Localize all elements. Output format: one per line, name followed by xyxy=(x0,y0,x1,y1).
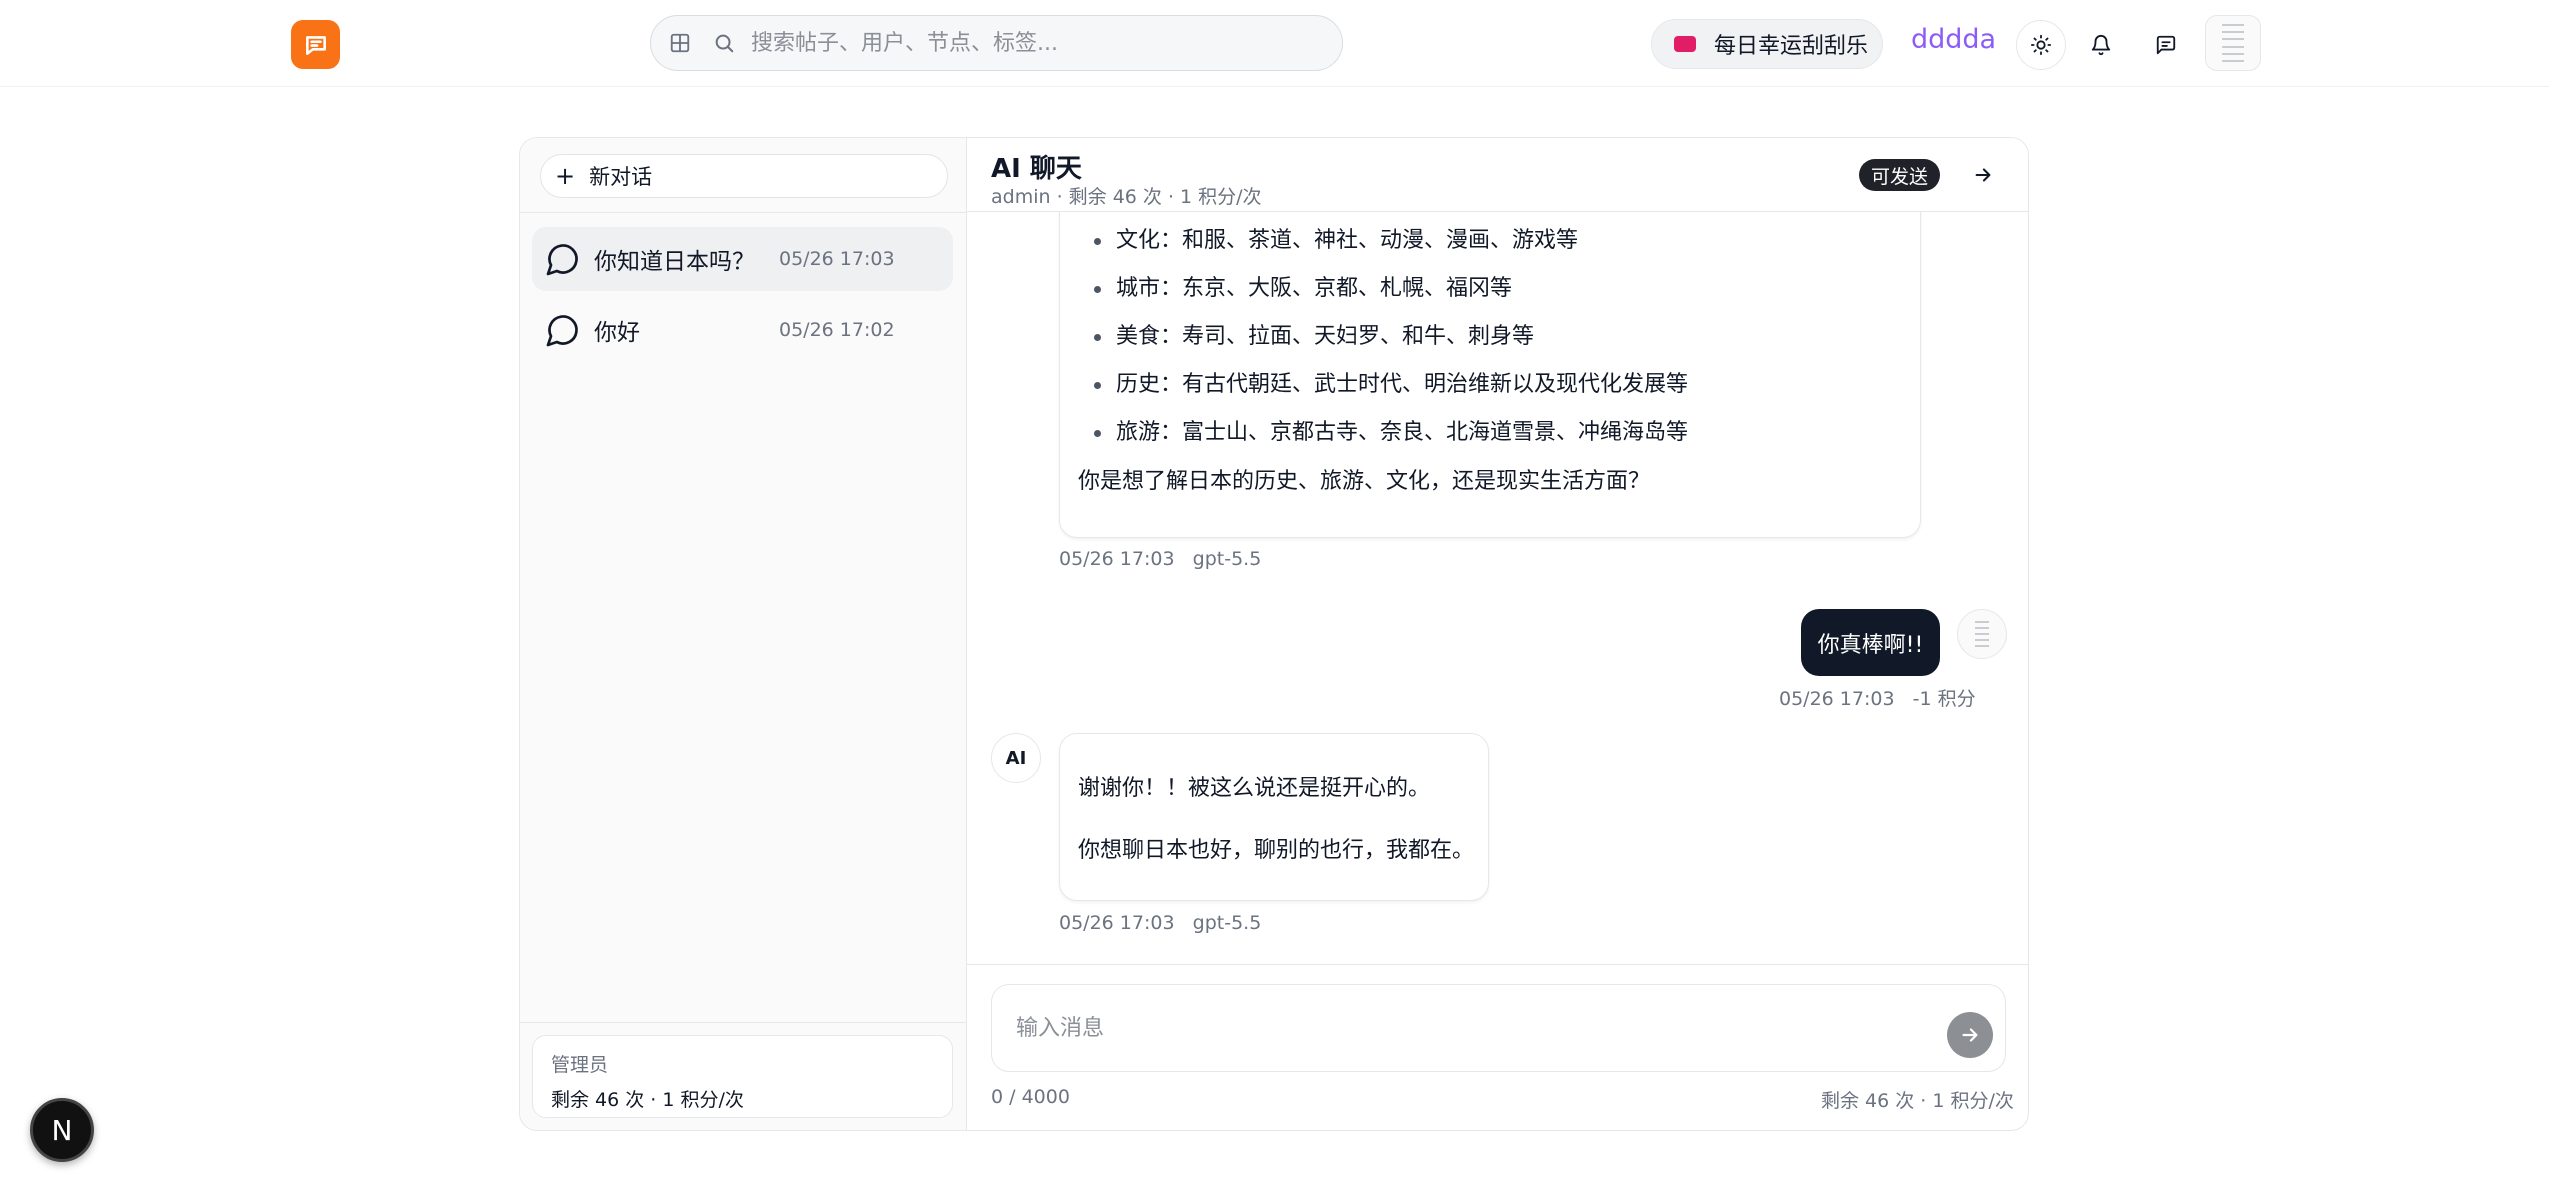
conversation-sidebar: + 新对话 你知道日本吗？ 05/26 17:03 你好 05/26 17:02… xyxy=(520,138,967,1130)
search-icon xyxy=(709,28,739,58)
list-item: 城市：东京、大阪、京都、札幌、福冈等 xyxy=(1092,273,1688,321)
user-message-bubble: 你真棒啊!! xyxy=(1801,609,1940,676)
message-meta: 05/26 17:03 gpt-5.5 xyxy=(1059,912,1262,934)
top-header: 每日幸运刮刮乐 dddda xyxy=(0,0,2549,87)
list-item: 美食：寿司、拉面、天妇罗、和牛、刺身等 xyxy=(1092,321,1688,369)
message-meta: 05/26 17:03 gpt-5.5 xyxy=(1059,548,1262,570)
remaining-quota: 剩余 46 次 · 1 积分/次 xyxy=(1821,1090,2014,1112)
plus-icon: + xyxy=(555,162,576,190)
chat-subtitle: admin · 剩余 46 次 · 1 积分/次 xyxy=(991,186,1262,208)
sendable-status-badge: 可发送 xyxy=(1859,159,1941,191)
chat-panel: AI 聊天 admin · 剩余 46 次 · 1 积分/次 可发送 文化：和服… xyxy=(967,138,2028,1130)
daily-lucky-label: 每日幸运刮刮乐 xyxy=(1714,34,1869,59)
list-item: 历史：有古代朝廷、武士时代、明治维新以及现代化发展等 xyxy=(1092,369,1688,417)
account-quota: 剩余 46 次 · 1 积分/次 xyxy=(551,1089,744,1111)
ai-avatar: AI xyxy=(991,733,1041,783)
conversation-title: 你知道日本吗？ xyxy=(594,249,755,275)
bell-icon xyxy=(2091,35,2111,56)
account-quota-box: 管理员 剩余 46 次 · 1 积分/次 xyxy=(532,1035,953,1118)
user-message-avatar xyxy=(1957,609,2007,659)
sun-icon xyxy=(2030,34,2052,56)
ticket-icon xyxy=(1674,36,1696,52)
search-bar[interactable] xyxy=(650,15,1343,71)
message-input[interactable] xyxy=(1016,1011,1916,1045)
divider xyxy=(520,212,966,213)
new-chat-label: 新对话 xyxy=(589,165,653,189)
conversation-time: 05/26 17:02 xyxy=(779,319,895,341)
message-composer[interactable] xyxy=(991,984,2006,1072)
message-square-icon xyxy=(2156,35,2176,55)
conversation-title: 你好 xyxy=(594,320,640,346)
grid-icon[interactable] xyxy=(665,28,695,58)
character-counter: 0 / 4000 xyxy=(991,1086,1070,1108)
ai-message-bubble: 谢谢你！！被这么说还是挺开心的。 你想聊日本也好，聊别的也行，我都在。 xyxy=(1059,733,1489,901)
daily-lucky-button[interactable]: 每日幸运刮刮乐 xyxy=(1651,19,1883,69)
list-item: 文化：和服、茶道、神社、动漫、漫画、游戏等 xyxy=(1092,225,1688,273)
messages-button[interactable] xyxy=(2141,20,2191,70)
arrow-right-icon xyxy=(1962,1028,1978,1042)
avatar-placeholder-icon xyxy=(1975,621,1989,647)
account-role: 管理员 xyxy=(551,1054,609,1076)
avatar-placeholder-icon xyxy=(2222,24,2244,62)
app-logo-icon[interactable] xyxy=(291,20,340,69)
chat-card: + 新对话 你知道日本吗？ 05/26 17:03 你好 05/26 17:02… xyxy=(519,137,2029,1131)
divider xyxy=(967,964,2028,965)
message-meta: 05/26 17:03 -1 积分 xyxy=(1779,688,1976,710)
message-paragraph: 谢谢你！！被这么说还是挺开心的。 xyxy=(1078,776,1431,801)
conversation-item[interactable]: 你知道日本吗？ 05/26 17:03 xyxy=(532,227,953,291)
collapse-button[interactable] xyxy=(1967,159,1999,191)
list-item: 旅游：富士山、京都古寺、奈良、北海道雪景、冲绳海岛等 xyxy=(1092,417,1688,465)
user-avatar[interactable] xyxy=(2205,15,2261,71)
notifications-button[interactable] xyxy=(2076,20,2126,70)
arrow-right-icon xyxy=(1975,168,1991,182)
message-paragraph: 你想聊日本也好，聊别的也行，我都在。 xyxy=(1078,838,1475,863)
chat-header: AI 聊天 admin · 剩余 46 次 · 1 积分/次 可发送 xyxy=(967,138,2028,212)
username-link[interactable]: dddda xyxy=(1911,24,1996,55)
chat-bubble-icon xyxy=(544,240,582,278)
next-dev-indicator-button[interactable]: N xyxy=(30,1098,94,1162)
send-button[interactable] xyxy=(1947,1012,1993,1058)
conversation-time: 05/26 17:03 xyxy=(779,248,895,270)
theme-toggle-button[interactable] xyxy=(2016,20,2066,70)
conversation-item[interactable]: 你好 05/26 17:02 xyxy=(532,298,953,362)
chat-bubble-icon xyxy=(544,311,582,349)
search-input[interactable] xyxy=(751,30,1342,56)
chat-title: AI 聊天 xyxy=(991,154,1082,184)
bullet-list: 文化：和服、茶道、神社、动漫、漫画、游戏等 城市：东京、大阪、京都、札幌、福冈等… xyxy=(1092,225,1688,465)
divider xyxy=(520,1022,966,1023)
ai-message-bubble: 文化：和服、茶道、神社、动漫、漫画、游戏等 城市：东京、大阪、京都、札幌、福冈等… xyxy=(1059,212,1921,538)
message-list[interactable]: 文化：和服、茶道、神社、动漫、漫画、游戏等 城市：东京、大阪、京都、札幌、福冈等… xyxy=(967,212,2028,962)
new-chat-button[interactable]: + 新对话 xyxy=(540,154,948,198)
message-paragraph: 你是想了解日本的历史、旅游、文化，还是现实生活方面？ xyxy=(1078,469,1651,494)
